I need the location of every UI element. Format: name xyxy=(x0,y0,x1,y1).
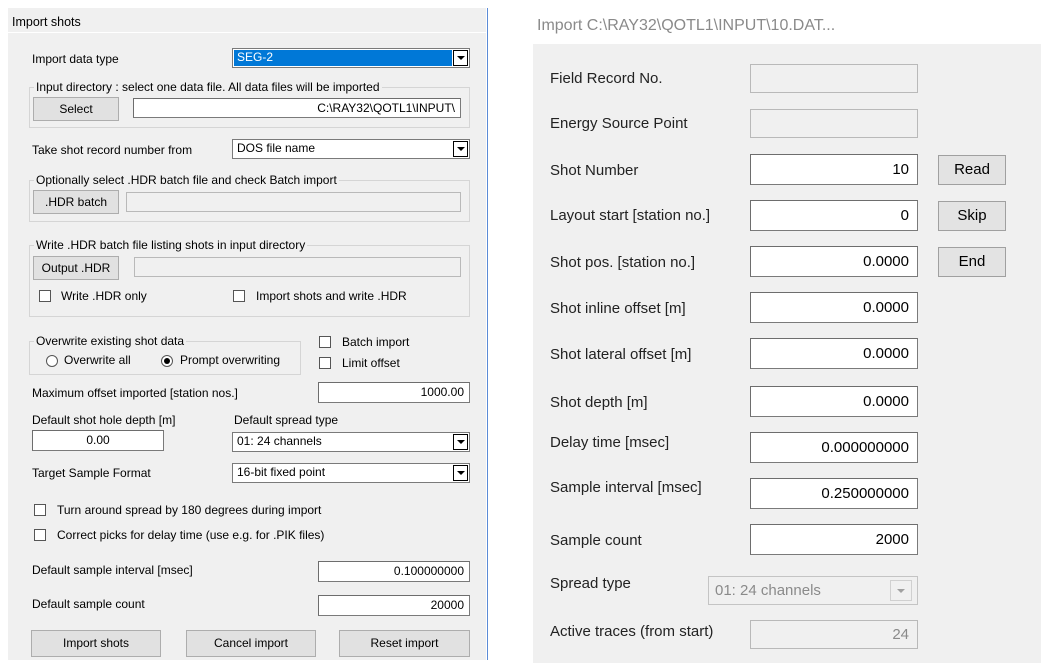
default-sample-interval-label: Default sample interval [msec] xyxy=(32,563,193,577)
shot-depth-label: Shot depth [m] xyxy=(550,394,648,411)
import-shots-button[interactable]: Import shots xyxy=(31,630,161,657)
turn-around-checkbox[interactable] xyxy=(34,504,46,516)
end-button[interactable]: End xyxy=(938,247,1006,277)
input-path-field[interactable]: C:\RAY32\QOTL1\INPUT\ xyxy=(133,98,461,118)
hdr-batch-legend: Optionally select .HDR batch file and ch… xyxy=(34,173,339,187)
default-sample-interval-field[interactable]: 0.100000000 xyxy=(318,561,470,582)
inline-offset-label: Shot inline offset [m] xyxy=(550,300,686,317)
batch-import-checkbox[interactable] xyxy=(319,336,331,348)
spread-type-value: 01: 24 channels xyxy=(715,582,821,599)
delay-time-field[interactable]: 0.000000000 xyxy=(750,432,918,463)
layout-start-field[interactable]: 0 xyxy=(750,200,918,231)
limit-offset-label: Limit offset xyxy=(342,356,400,370)
shot-record-from-select[interactable]: DOS file name xyxy=(232,139,470,159)
default-sample-count-label: Default sample count xyxy=(32,597,145,611)
right-title: Import C:\RAY32\QOTL1\INPUT\10.DAT... xyxy=(537,17,836,34)
import-and-write-checkbox[interactable] xyxy=(233,290,245,302)
dialog-divider xyxy=(487,8,488,660)
cancel-import-button[interactable]: Cancel import xyxy=(186,630,316,657)
max-offset-field[interactable]: 1000.00 xyxy=(318,382,470,403)
target-format-label: Target Sample Format xyxy=(32,466,151,480)
correct-picks-label: Correct picks for delay time (use e.g. f… xyxy=(57,528,325,542)
shot-pos-label: Shot pos. [station no.] xyxy=(550,254,696,271)
correct-picks-checkbox[interactable] xyxy=(34,529,46,541)
shot-record-from-value: DOS file name xyxy=(237,141,316,155)
field-record-field[interactable] xyxy=(750,64,918,93)
target-format-value: 16-bit fixed point xyxy=(237,465,326,479)
target-format-select[interactable]: 16-bit fixed point xyxy=(232,463,470,483)
limit-offset-checkbox[interactable] xyxy=(319,357,331,369)
shot-hole-depth-field[interactable]: 0.00 xyxy=(32,430,164,451)
shot-hole-depth-label: Default shot hole depth [m] xyxy=(32,413,176,427)
prompt-overwriting-label: Prompt overwriting xyxy=(180,353,281,367)
import-data-type-select[interactable]: SEG-2 xyxy=(232,48,470,68)
overwrite-legend: Overwrite existing shot data xyxy=(34,334,187,348)
delay-time-label: Delay time [msec] xyxy=(550,434,670,451)
shot-number-label: Shot Number xyxy=(550,162,639,179)
spread-type-label: Default spread type xyxy=(234,413,339,427)
sample-interval-label: Sample interval [msec] xyxy=(550,479,702,496)
active-traces-field[interactable]: 24 xyxy=(750,620,918,649)
skip-button[interactable]: Skip xyxy=(938,201,1006,231)
shot-pos-field[interactable]: 0.0000 xyxy=(750,246,918,277)
batch-import-label: Batch import xyxy=(342,335,410,349)
output-hdr-path-field[interactable] xyxy=(134,257,461,277)
shot-depth-field[interactable]: 0.0000 xyxy=(750,386,918,417)
hdr-batch-path-field[interactable] xyxy=(126,192,461,212)
lateral-offset-label: Shot lateral offset [m] xyxy=(550,346,692,363)
max-offset-label: Maximum offset imported [station nos.] xyxy=(32,386,238,400)
import-data-type-value: SEG-2 xyxy=(237,50,274,64)
field-record-label: Field Record No. xyxy=(550,70,663,87)
dialog-title: Import shots xyxy=(12,15,81,29)
chevron-down-icon[interactable] xyxy=(890,580,912,601)
default-sample-count-field[interactable]: 20000 xyxy=(318,595,470,616)
energy-source-label: Energy Source Point xyxy=(550,115,688,132)
inline-offset-field[interactable]: 0.0000 xyxy=(750,292,918,323)
input-directory-legend: Input directory : select one data file. … xyxy=(34,80,382,94)
lateral-offset-field[interactable]: 0.0000 xyxy=(750,338,918,369)
overwrite-all-radio[interactable] xyxy=(46,355,58,367)
overwrite-all-label: Overwrite all xyxy=(64,353,131,367)
chevron-down-icon[interactable] xyxy=(453,50,468,66)
shot-number-field[interactable]: 10 xyxy=(750,154,918,185)
sample-interval-field[interactable]: 0.250000000 xyxy=(750,478,918,509)
spread-type-select-disabled[interactable]: 01: 24 channels xyxy=(708,576,918,605)
write-hdr-only-checkbox[interactable] xyxy=(39,290,51,302)
sample-count-label: Sample count xyxy=(550,532,642,549)
title-separator xyxy=(8,32,486,33)
select-button[interactable]: Select xyxy=(33,97,119,121)
sample-count-field[interactable]: 2000 xyxy=(750,524,918,555)
spread-type-select[interactable]: 01: 24 channels xyxy=(232,432,470,452)
hdr-batch-button[interactable]: .HDR batch xyxy=(33,190,119,214)
write-hdr-only-label: Write .HDR only xyxy=(61,289,147,303)
spread-type-value: 01: 24 channels xyxy=(237,434,322,448)
chevron-down-icon[interactable] xyxy=(453,141,468,157)
output-hdr-button[interactable]: Output .HDR xyxy=(33,256,119,280)
prompt-overwriting-radio[interactable] xyxy=(161,355,173,367)
shot-record-from-label: Take shot record number from xyxy=(32,143,193,157)
layout-start-label: Layout start [station no.] xyxy=(550,207,711,224)
reset-import-button[interactable]: Reset import xyxy=(339,630,470,657)
active-traces-label: Active traces (from start) xyxy=(550,623,714,640)
turn-around-label: Turn around spread by 180 degrees during… xyxy=(57,503,322,517)
import-data-type-label: Import data type xyxy=(32,52,119,66)
read-button[interactable]: Read xyxy=(938,155,1006,185)
spread-type-label: Spread type xyxy=(550,575,631,592)
energy-source-field[interactable] xyxy=(750,109,918,138)
write-hdr-legend: Write .HDR batch file listing shots in i… xyxy=(34,238,308,252)
import-and-write-label: Import shots and write .HDR xyxy=(256,289,407,303)
chevron-down-icon[interactable] xyxy=(453,465,468,481)
chevron-down-icon[interactable] xyxy=(453,434,468,450)
